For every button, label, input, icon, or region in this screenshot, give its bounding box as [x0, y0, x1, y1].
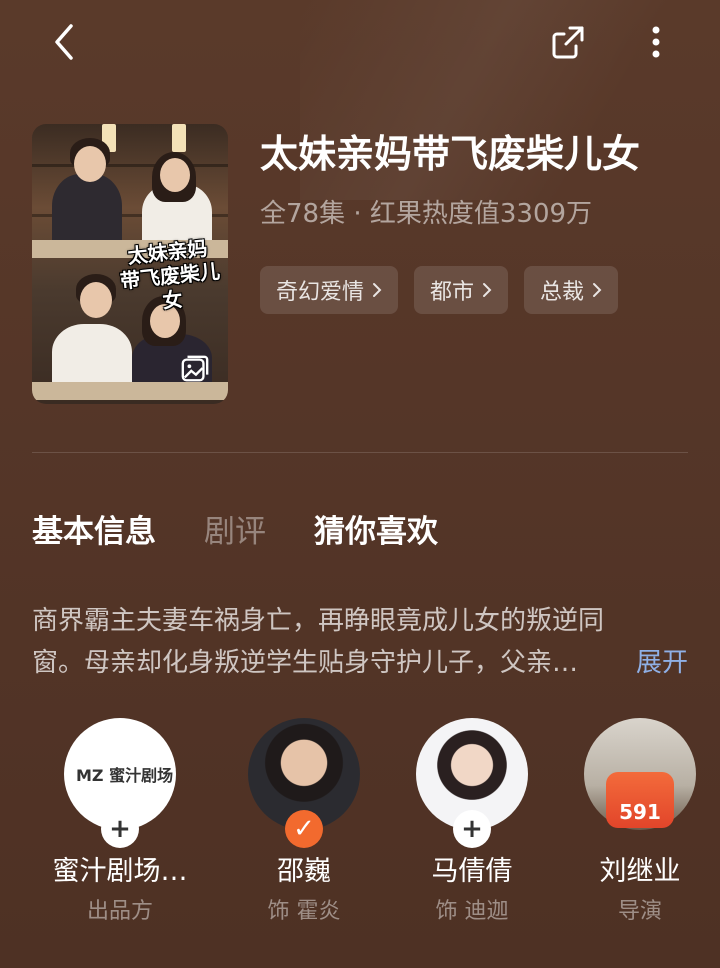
cover-title-art: 太妹亲妈 带飞废柴儿女	[111, 234, 228, 317]
chevron-right-icon	[593, 283, 602, 297]
cast-member[interactable]: + 马倩倩 饰 迪迦	[387, 718, 557, 928]
cast-name: 邵巍	[277, 856, 331, 887]
share-icon	[552, 26, 584, 59]
genre-tag[interactable]: 奇幻爱情	[260, 266, 399, 314]
drama-title: 太妹亲妈带飞废柴儿女	[260, 132, 641, 176]
cast-role: 出品方	[86, 899, 153, 924]
share-button[interactable]	[544, 18, 592, 66]
producer-logo: MZ 蜜汁剧场	[76, 766, 174, 785]
genre-tag-label: 总裁	[540, 280, 585, 305]
more-vertical-icon	[652, 26, 660, 58]
section-divider	[32, 452, 688, 453]
avatar[interactable]: +	[416, 718, 528, 848]
cover-lamp	[172, 124, 186, 152]
cast-name: 马倩倩	[431, 856, 513, 887]
chevron-right-icon	[373, 283, 382, 297]
cast-role: 饰 霍炎	[267, 899, 341, 924]
drama-meta: 全78集 · 红果热度值3309万	[260, 199, 593, 229]
avatar[interactable]: ✓	[248, 718, 360, 848]
chevron-right-icon	[483, 283, 492, 297]
expand-link[interactable]: 展开	[636, 642, 688, 684]
tab-basic-info[interactable]: 基本信息	[32, 508, 156, 556]
chevron-left-icon	[55, 24, 73, 60]
detail-tabs: 基本信息 剧评 猜你喜欢	[32, 508, 438, 556]
cast-member[interactable]: ✓ 邵巍 饰 霍炎	[219, 718, 389, 928]
drama-cover[interactable]: 太妹亲妈 带飞废柴儿女	[32, 124, 228, 404]
synopsis: 商界霸主夫妻车祸身亡，再睁眼竟成儿女的叛逆同 窗。母亲却化身叛逆学生贴身守护儿子…	[32, 600, 688, 684]
follow-button[interactable]: +	[101, 810, 139, 848]
tab-reviews[interactable]: 剧评	[204, 508, 266, 556]
cover-shelf	[32, 164, 228, 167]
avatar[interactable]: MZ 蜜汁剧场 +	[64, 718, 176, 848]
cover-title-line: 带飞废柴儿女	[119, 258, 221, 313]
followed-badge[interactable]: ✓	[285, 810, 323, 848]
red-packet-count: 591	[619, 800, 661, 824]
gallery-icon[interactable]	[180, 354, 210, 384]
cover-figure	[74, 146, 106, 182]
cast-role: 导演	[617, 899, 662, 924]
tab-recommendations[interactable]: 猜你喜欢	[314, 508, 438, 556]
cover-figure	[160, 158, 190, 192]
genre-tags: 奇幻爱情 都市 总裁	[260, 266, 619, 314]
cast-name: 蜜汁剧场…	[52, 856, 188, 887]
top-bar	[0, 0, 720, 80]
genre-tag[interactable]: 都市	[414, 266, 509, 314]
synopsis-line: 商界霸主夫妻车祸身亡，再睁眼竟成儿女的叛逆同	[32, 606, 605, 636]
cast-name: 刘继业	[599, 856, 681, 887]
cast-list: MZ 蜜汁剧场 + 蜜汁剧场… 出品方 ✓ 邵巍 饰 霍炎 + 马倩倩 饰 迪迦…	[0, 718, 720, 968]
cast-role: 饰 迪迦	[435, 899, 509, 924]
genre-tag-label: 奇幻爱情	[276, 280, 365, 305]
more-button[interactable]	[632, 18, 680, 66]
avatar[interactable]: 591	[584, 718, 696, 830]
red-packet-badge[interactable]: 591	[606, 772, 674, 828]
cast-member[interactable]: MZ 蜜汁剧场 + 蜜汁剧场… 出品方	[35, 718, 205, 928]
cast-member[interactable]: 591 刘继业 导演	[555, 718, 720, 928]
cover-figure	[80, 282, 112, 318]
genre-tag-label: 都市	[430, 280, 475, 305]
follow-button[interactable]: +	[453, 810, 491, 848]
synopsis-line-row: 窗。母亲却化身叛逆学生贴身守护儿子，父亲… 展开	[32, 642, 688, 684]
genre-tag[interactable]: 总裁	[524, 266, 619, 314]
back-button[interactable]	[40, 18, 88, 66]
synopsis-line: 窗。母亲却化身叛逆学生贴身守护儿子，父亲…	[32, 648, 579, 678]
cover-desk	[32, 382, 228, 400]
